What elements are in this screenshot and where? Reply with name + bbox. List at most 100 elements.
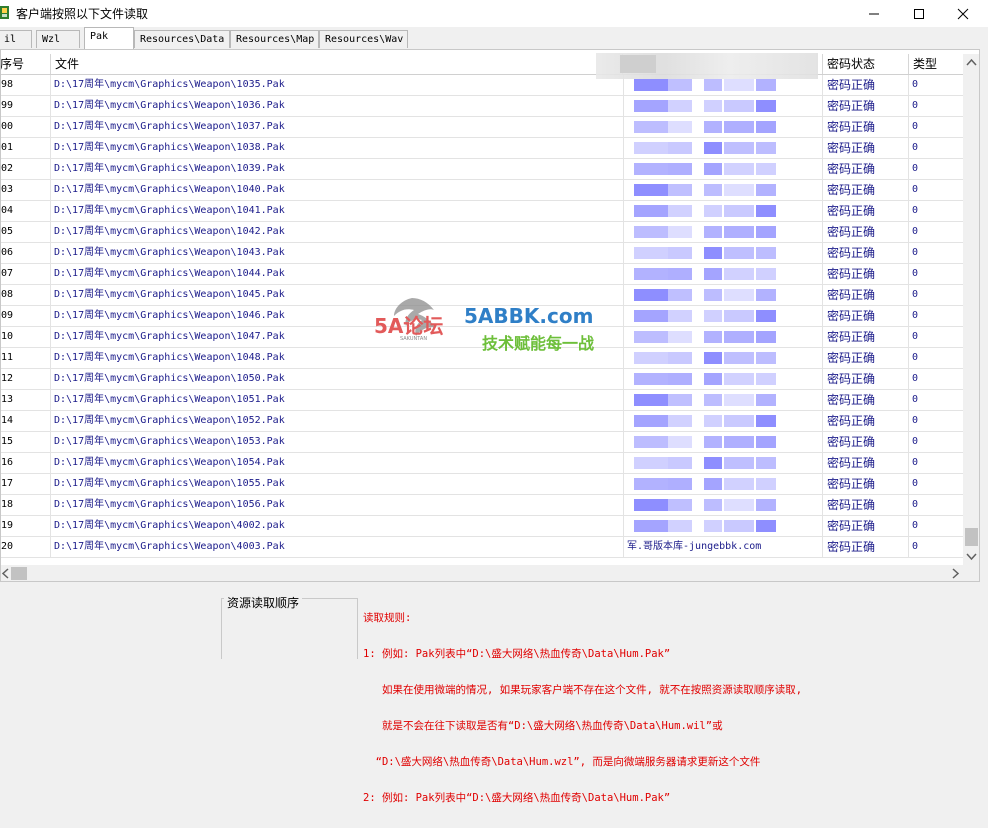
row-hidden-value <box>623 201 823 221</box>
vertical-scroll-thumb[interactable] <box>965 528 978 546</box>
table-row[interactable]: 17 D:\17周年\mycm\Graphics\Weapon\1055.Pak 密… <box>1 474 963 495</box>
blur-pixel <box>704 499 722 511</box>
minimize-button[interactable] <box>851 0 897 27</box>
blur-pixel <box>634 520 668 532</box>
tab-wil[interactable]: il <box>0 30 32 48</box>
blur-pixel <box>704 142 722 154</box>
table-row[interactable]: 99 D:\17周年\mycm\Graphics\Weapon\1036.Pak 密… <box>1 96 963 117</box>
row-file-path: D:\17周年\mycm\Graphics\Weapon\1043.Pak <box>54 247 285 258</box>
table-row[interactable]: 08 D:\17周年\mycm\Graphics\Weapon\1045.Pak 密… <box>1 285 963 306</box>
row-number: 13 <box>1 390 51 410</box>
row-hidden-value <box>623 453 823 473</box>
blur-pixel <box>756 394 776 406</box>
scroll-up-icon[interactable] <box>963 54 980 71</box>
row-password-status: 密码正确 <box>824 201 909 221</box>
row-hidden-value <box>623 369 823 389</box>
tab-resources-data[interactable]: Resources\Data <box>134 30 230 48</box>
table-row[interactable]: 19 D:\17周年\mycm\Graphics\Weapon\4002.pak 密… <box>1 516 963 537</box>
blur-pixel <box>756 499 776 511</box>
tab-resources-wav[interactable]: Resources\Wav <box>319 30 408 48</box>
table-row[interactable]: 13 D:\17周年\mycm\Graphics\Weapon\1051.Pak 密… <box>1 390 963 411</box>
horizontal-scroll-thumb[interactable] <box>11 567 27 580</box>
file-list[interactable]: 序号 文件 密码状态 类型 98 D:\17周年\mycm\Graphics\We… <box>0 49 980 582</box>
table-row[interactable]: 18 D:\17周年\mycm\Graphics\Weapon\1056.Pak 密… <box>1 495 963 516</box>
row-hidden-value <box>623 432 823 452</box>
table-row[interactable]: 01 D:\17周年\mycm\Graphics\Weapon\1038.Pak 密… <box>1 138 963 159</box>
table-row[interactable]: 00 D:\17周年\mycm\Graphics\Weapon\1037.Pak 密… <box>1 117 963 138</box>
table-row[interactable]: 16 D:\17周年\mycm\Graphics\Weapon\1054.Pak 密… <box>1 453 963 474</box>
row-password-status: 密码正确 <box>824 285 909 305</box>
tab-resources-map[interactable]: Resources\Map <box>230 30 319 48</box>
row-password-status: 密码正确 <box>824 537 909 557</box>
row-file-path: D:\17周年\mycm\Graphics\Weapon\1045.Pak <box>54 289 285 300</box>
row-file-path: D:\17周年\mycm\Graphics\Weapon\4003.Pak <box>54 541 285 552</box>
blur-pixel <box>668 100 692 112</box>
row-file-path: D:\17周年\mycm\Graphics\Weapon\1047.Pak <box>54 331 285 342</box>
row-file-path: D:\17周年\mycm\Graphics\Weapon\1042.Pak <box>54 226 285 237</box>
blur-pixel <box>724 520 754 532</box>
table-row[interactable]: 05 D:\17周年\mycm\Graphics\Weapon\1042.Pak 密… <box>1 222 963 243</box>
blur-pixel <box>704 205 722 217</box>
close-icon <box>957 8 969 19</box>
horizontal-scrollbar[interactable] <box>1 565 979 582</box>
row-number: 15 <box>1 432 51 452</box>
blur-pixel <box>756 100 776 112</box>
header-file[interactable]: 文件 <box>52 54 623 74</box>
blur-pixel <box>756 310 776 322</box>
table-row[interactable]: 11 D:\17周年\mycm\Graphics\Weapon\1048.Pak 密… <box>1 348 963 369</box>
row-hidden-value <box>623 264 823 284</box>
header-type[interactable]: 类型 <box>910 54 963 74</box>
table-row[interactable]: 03 D:\17周年\mycm\Graphics\Weapon\1040.Pak 密… <box>1 180 963 201</box>
blur-pixel <box>634 100 668 112</box>
blur-pixel <box>704 226 722 238</box>
blur-pixel <box>668 436 692 448</box>
scroll-down-icon[interactable] <box>963 548 980 565</box>
row-hidden-value <box>623 474 823 494</box>
row-type: 0 <box>912 79 919 90</box>
table-row[interactable]: 10 D:\17周年\mycm\Graphics\Weapon\1047.Pak 密… <box>1 327 963 348</box>
header-no[interactable]: 序号 <box>1 54 51 74</box>
blur-pixel <box>668 163 692 175</box>
blur-pixel <box>704 373 722 385</box>
row-hidden-value <box>623 117 823 137</box>
table-row[interactable]: 02 D:\17周年\mycm\Graphics\Weapon\1039.Pak 密… <box>1 159 963 180</box>
table-row[interactable]: 20 D:\17周年\mycm\Graphics\Weapon\4003.Pak 军… <box>1 537 963 558</box>
maximize-button[interactable] <box>896 0 942 27</box>
tab-pak[interactable]: Pak <box>84 27 134 49</box>
blur-pixel <box>756 478 776 490</box>
table-row[interactable]: 98 D:\17周年\mycm\Graphics\Weapon\1035.Pak 密… <box>1 75 963 96</box>
blur-pixel <box>756 247 776 259</box>
row-type: 0 <box>912 247 919 258</box>
blur-pixel <box>634 205 668 217</box>
blur-pixel <box>634 142 668 154</box>
resource-order-title: 资源读取顺序 <box>224 594 303 611</box>
blur-pixel <box>756 415 776 427</box>
blur-pixel <box>724 142 754 154</box>
table-row[interactable]: 07 D:\17周年\mycm\Graphics\Weapon\1044.Pak 密… <box>1 264 963 285</box>
blur-pixel <box>634 247 668 259</box>
blur-pixel <box>756 352 776 364</box>
table-row[interactable]: 06 D:\17周年\mycm\Graphics\Weapon\1043.Pak 密… <box>1 243 963 264</box>
row-password-status: 密码正确 <box>824 327 909 347</box>
row-file-path: D:\17周年\mycm\Graphics\Weapon\1039.Pak <box>54 163 285 174</box>
header-status[interactable]: 密码状态 <box>824 54 909 74</box>
scroll-right-icon[interactable] <box>947 565 964 582</box>
table-row[interactable]: 04 D:\17周年\mycm\Graphics\Weapon\1041.Pak 密… <box>1 201 963 222</box>
table-row[interactable]: 15 D:\17周年\mycm\Graphics\Weapon\1053.Pak 密… <box>1 432 963 453</box>
blur-pixel <box>668 121 692 133</box>
row-file-path: D:\17周年\mycm\Graphics\Weapon\1055.Pak <box>54 478 285 489</box>
table-row[interactable]: 09 D:\17周年\mycm\Graphics\Weapon\1046.Pak 密… <box>1 306 963 327</box>
tab-wzl[interactable]: Wzl <box>36 30 80 48</box>
table-row[interactable]: 12 D:\17周年\mycm\Graphics\Weapon\1050.Pak 密… <box>1 369 963 390</box>
blur-pixel <box>724 331 754 343</box>
row-hidden-value <box>623 222 823 242</box>
vertical-scrollbar[interactable] <box>963 54 980 565</box>
blur-pixel <box>668 520 692 532</box>
blur-pixel <box>668 268 692 280</box>
row-hidden-value <box>623 138 823 158</box>
table-row[interactable]: 14 D:\17周年\mycm\Graphics\Weapon\1052.Pak 密… <box>1 411 963 432</box>
blur-pixel <box>668 289 692 301</box>
close-button[interactable] <box>940 0 986 27</box>
blur-pixel <box>634 499 668 511</box>
row-type: 0 <box>912 499 919 510</box>
